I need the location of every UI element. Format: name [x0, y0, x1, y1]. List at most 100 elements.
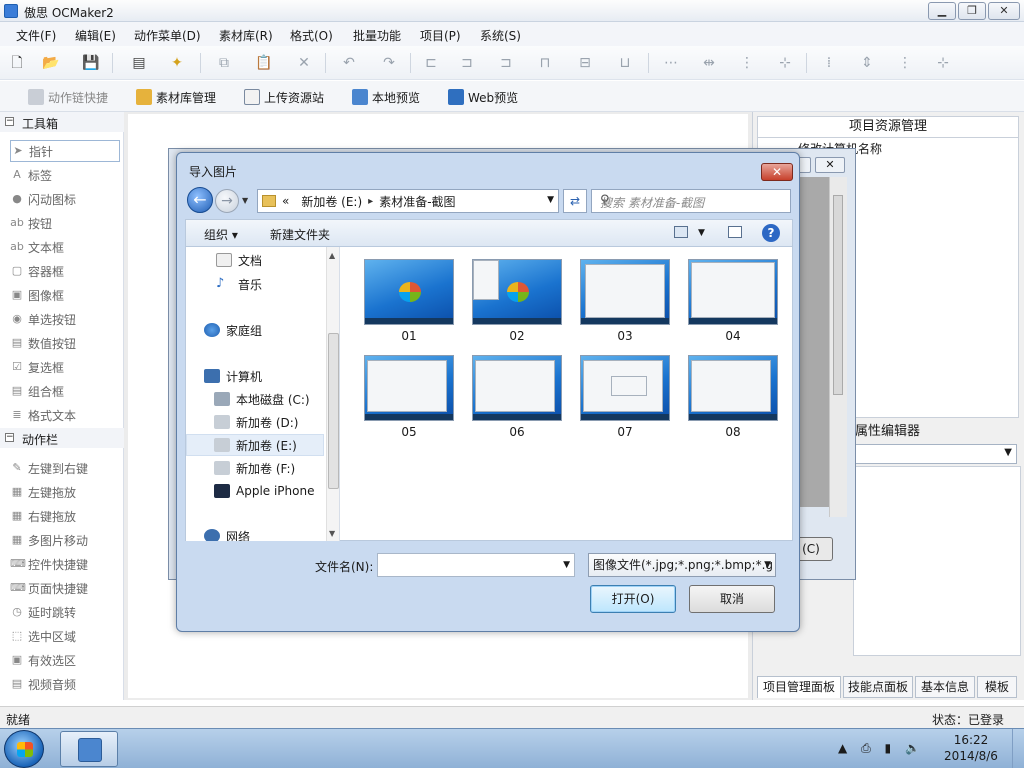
- nav-homegroup[interactable]: 家庭组: [204, 319, 339, 341]
- action-section-header[interactable]: − 动作栏: [0, 428, 124, 448]
- path-segment-drive[interactable]: 新加卷 (E:): [301, 193, 362, 210]
- collapse-icon[interactable]: −: [5, 433, 14, 442]
- nav-drive-e[interactable]: 新加卷 (E:): [186, 434, 324, 456]
- puzzle-icon[interactable]: ✦: [168, 54, 186, 72]
- menu-batch[interactable]: 批量功能: [353, 27, 401, 44]
- tab-basic-info[interactable]: 基本信息: [915, 676, 975, 698]
- align-top-icon[interactable]: ⊓: [536, 54, 554, 72]
- align-middle-icon[interactable]: ⊟: [576, 54, 594, 72]
- align-bottom-icon[interactable]: ⊔: [616, 54, 634, 72]
- space-remove-icon[interactable]: ⊹: [776, 54, 794, 72]
- nav-drive-c[interactable]: 本地磁盘 (C:): [214, 388, 339, 410]
- menu-system[interactable]: 系统(S): [480, 27, 521, 44]
- thumbnail-item[interactable]: 04: [688, 259, 780, 349]
- nav-drive-d[interactable]: 新加卷 (D:): [214, 411, 339, 433]
- thumbnail-item[interactable]: 07: [580, 355, 672, 445]
- tool-image[interactable]: ▣ 图像框: [10, 284, 120, 306]
- tool-numeric[interactable]: ▤ 数值按钮: [10, 332, 120, 354]
- bg-close-button[interactable]: ✕: [815, 157, 845, 173]
- chevron-down-icon[interactable]: ▼: [547, 195, 554, 205]
- tab-skill-points[interactable]: 技能点面板: [843, 676, 913, 698]
- copy-icon[interactable]: ⧉: [215, 54, 233, 72]
- library-manage-button[interactable]: 素材库管理: [136, 87, 216, 107]
- action-chain-button[interactable]: 动作链快捷: [28, 87, 108, 107]
- dialog-close-button[interactable]: ✕: [761, 163, 793, 181]
- thumbnail-item[interactable]: 06: [472, 355, 564, 445]
- thumbnail-item[interactable]: 01: [364, 259, 456, 349]
- tool-pointer[interactable]: ➤ 指针: [10, 140, 120, 162]
- navigation-scrollbar[interactable]: ▲ ▼: [326, 247, 339, 541]
- space-v-icon[interactable]: ⇕: [858, 54, 876, 72]
- minimize-button[interactable]: ▁: [928, 2, 956, 20]
- nav-music[interactable]: ♪ 音乐: [216, 273, 339, 295]
- refresh-icon[interactable]: ⇄: [563, 189, 587, 213]
- filename-input[interactable]: ▼: [377, 553, 575, 577]
- space-h-icon[interactable]: ⇹: [700, 54, 718, 72]
- tool-combobox[interactable]: ▤ 组合框: [10, 380, 120, 402]
- action-video-audio[interactable]: ▤ 视频音频: [10, 673, 120, 695]
- action-left-to-right[interactable]: ✎ 左键到右键: [10, 457, 120, 479]
- tool-button[interactable]: ab 按钮: [10, 212, 120, 234]
- paste-icon[interactable]: 📋: [255, 54, 273, 72]
- bg-scrollbar[interactable]: [829, 177, 847, 517]
- menu-library[interactable]: 素材库(R): [219, 27, 273, 44]
- nav-computer[interactable]: 计算机: [204, 365, 339, 387]
- chevron-right-icon[interactable]: ▸: [368, 196, 373, 207]
- upload-button[interactable]: 上传资源站: [244, 87, 324, 107]
- maximize-button[interactable]: ❐: [958, 2, 986, 20]
- tool-flash-icon[interactable]: ● 闪动图标: [10, 188, 120, 210]
- scroll-down-icon[interactable]: ▼: [329, 529, 335, 538]
- start-button[interactable]: [4, 730, 44, 768]
- cancel-button[interactable]: 取消: [689, 585, 775, 613]
- nav-drive-f[interactable]: 新加卷 (F:): [214, 457, 339, 479]
- action-page-hotkey[interactable]: ⌨ 页面快捷键: [10, 577, 120, 599]
- address-bar[interactable]: « 新加卷 (E:) ▸ 素材准备-截图 ▼: [257, 189, 559, 213]
- property-grid[interactable]: [853, 466, 1021, 656]
- action-right-drag[interactable]: ▦ 右键拖放: [10, 505, 120, 527]
- open-button[interactable]: 打开(O): [590, 585, 676, 613]
- usb-icon[interactable]: ⎙: [861, 741, 871, 755]
- space-v-remove-icon[interactable]: ⊹: [934, 54, 952, 72]
- thumbnail-item[interactable]: 03: [580, 259, 672, 349]
- thumbnail-item[interactable]: 02: [472, 259, 564, 349]
- search-input[interactable]: 搜索 素材准备-截图 ⚲: [591, 189, 791, 213]
- scroll-up-icon[interactable]: ▲: [329, 251, 335, 260]
- thumbnail-item[interactable]: 05: [364, 355, 456, 445]
- history-dropdown-icon[interactable]: ▼: [242, 196, 248, 205]
- path-overflow[interactable]: «: [282, 194, 289, 208]
- tool-container[interactable]: ▢ 容器框: [10, 260, 120, 282]
- new-folder-button[interactable]: 新建文件夹: [270, 226, 330, 243]
- filetype-select[interactable]: 图像文件(*.jpg;*.png;*.bmp;*.g ▼: [588, 553, 776, 577]
- taskbar-app-ocmaker[interactable]: [60, 731, 118, 767]
- undo-icon[interactable]: ↶: [340, 54, 358, 72]
- show-desktop-button[interactable]: [1012, 729, 1024, 768]
- open-folder-icon[interactable]: 📂: [42, 54, 60, 72]
- chevron-down-icon[interactable]: ▼: [563, 560, 570, 570]
- scroll-thumb[interactable]: [328, 333, 339, 489]
- network-icon[interactable]: ▮: [885, 741, 892, 755]
- property-object-select[interactable]: ▼: [853, 444, 1017, 464]
- nav-documents[interactable]: 文档: [216, 249, 339, 271]
- new-file-icon[interactable]: 🗋: [8, 54, 26, 72]
- save-icon[interactable]: 💾: [82, 54, 100, 72]
- collapse-icon[interactable]: −: [5, 117, 14, 126]
- menu-format[interactable]: 格式(O): [290, 27, 333, 44]
- preview-pane-icon[interactable]: [728, 226, 742, 238]
- tab-template[interactable]: 模板: [977, 676, 1017, 698]
- back-arrow-icon[interactable]: ←: [187, 187, 213, 213]
- thumbnail-item[interactable]: 08: [688, 355, 780, 445]
- toolbox-section-header[interactable]: − 工具箱: [0, 112, 124, 132]
- organize-menu[interactable]: 组织 ▾: [204, 226, 238, 243]
- close-button[interactable]: ✕: [988, 2, 1020, 20]
- nav-iphone[interactable]: Apple iPhone: [214, 480, 339, 502]
- redo-icon[interactable]: ↷: [380, 54, 398, 72]
- tool-richtext[interactable]: ≣ 格式文本: [10, 404, 120, 426]
- tool-textbox[interactable]: ab 文本框: [10, 236, 120, 258]
- path-segment-folder[interactable]: 素材准备-截图: [379, 193, 455, 210]
- tool-label[interactable]: A 标签: [10, 164, 120, 186]
- action-multi-image[interactable]: ▦ 多图片移动: [10, 529, 120, 551]
- align-center-icon[interactable]: ⊐: [458, 54, 476, 72]
- space-even-icon[interactable]: ⋮: [738, 54, 756, 72]
- properties-icon[interactable]: ▤: [130, 54, 148, 72]
- menu-project[interactable]: 项目(P): [420, 27, 461, 44]
